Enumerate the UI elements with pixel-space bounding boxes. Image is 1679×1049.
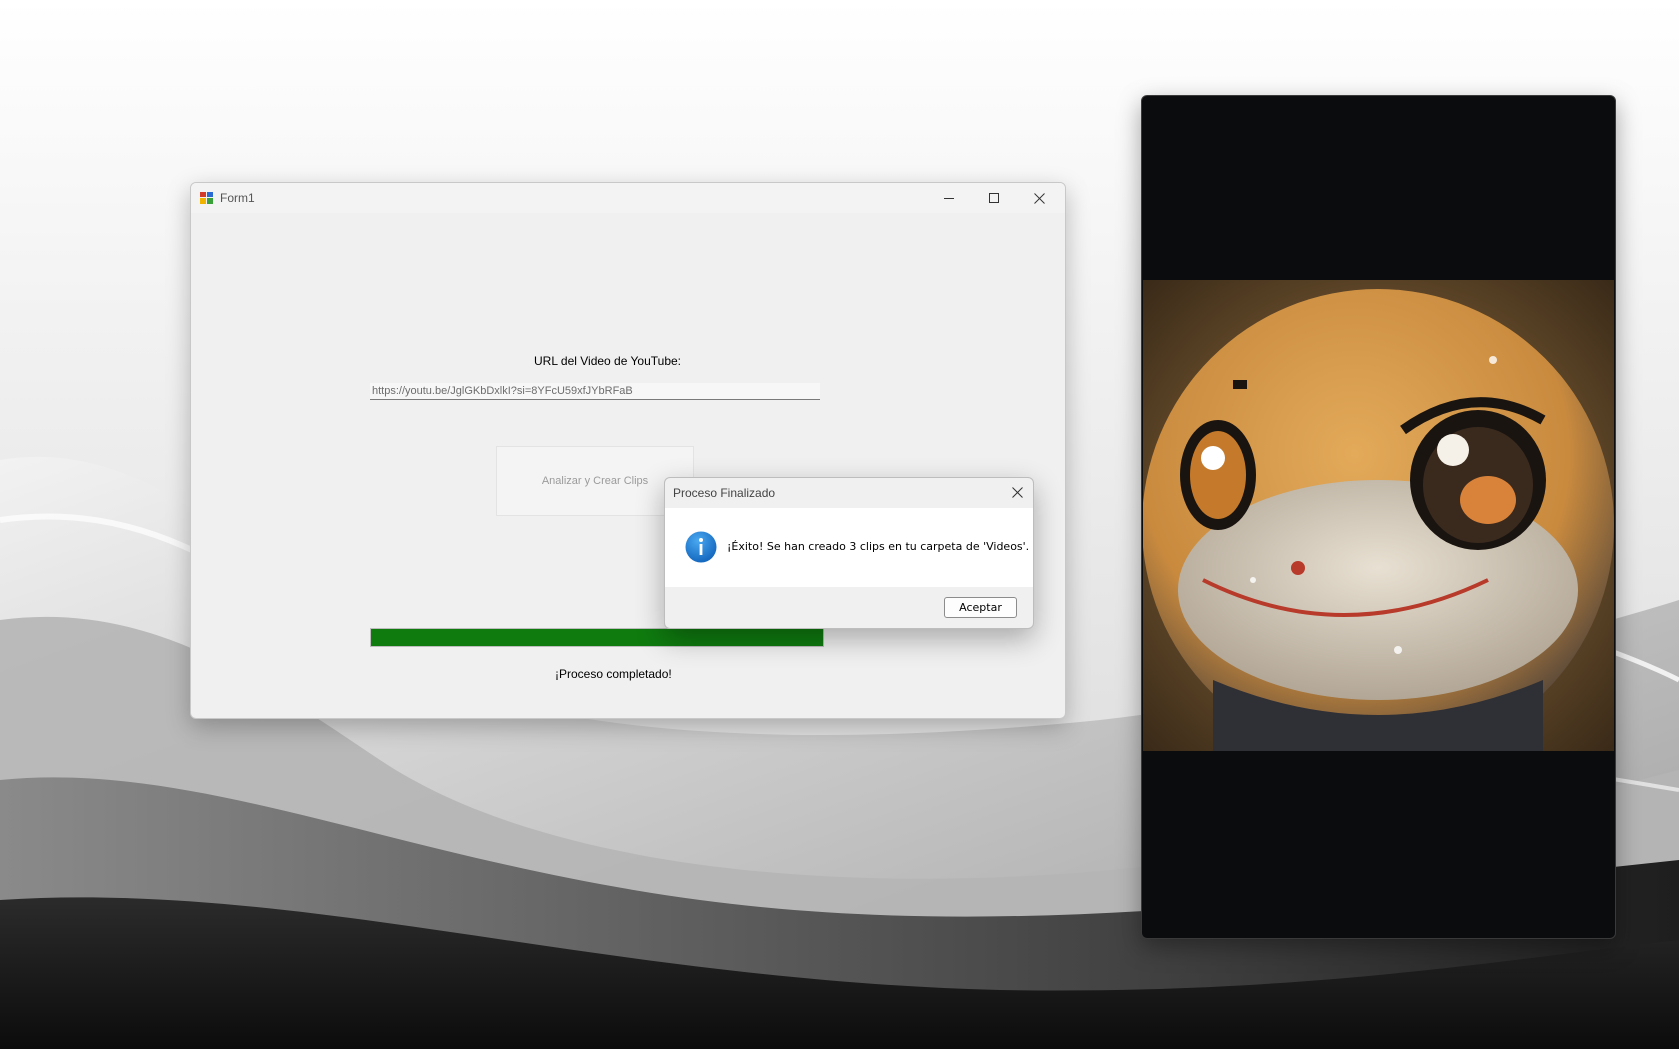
maximize-icon bbox=[989, 192, 999, 203]
dialog-title: Proceso Finalizado bbox=[673, 486, 776, 500]
dialog-message: ¡Éxito! Se han creado 3 clips en tu carp… bbox=[727, 540, 1030, 553]
photo-image bbox=[1143, 280, 1614, 751]
app-icon bbox=[200, 192, 213, 204]
info-icon bbox=[685, 531, 717, 563]
progress-fill bbox=[371, 629, 823, 646]
dialog-close-button[interactable] bbox=[1001, 478, 1033, 506]
image-viewer-window bbox=[1141, 95, 1616, 939]
close-button[interactable] bbox=[1017, 183, 1062, 213]
close-icon bbox=[1034, 192, 1045, 204]
minimize-icon bbox=[944, 197, 954, 199]
url-label: URL del Video de YouTube: bbox=[534, 354, 682, 368]
dialog-body: ¡Éxito! Se han creado 3 clips en tu carp… bbox=[665, 508, 1033, 587]
close-icon bbox=[1011, 486, 1023, 498]
window-title: Form1 bbox=[220, 191, 255, 205]
minimize-button[interactable] bbox=[927, 183, 972, 213]
status-label: ¡Proceso completado! bbox=[555, 667, 672, 681]
form1-titlebar[interactable]: Form1 bbox=[191, 183, 1065, 213]
form1-window: Form1 URL del Video de YouTube: Analizar… bbox=[190, 182, 1066, 719]
accept-button[interactable]: Aceptar bbox=[944, 597, 1017, 618]
url-input[interactable] bbox=[370, 383, 820, 400]
progress-bar bbox=[370, 628, 824, 647]
maximize-button[interactable] bbox=[972, 183, 1017, 213]
message-box-dialog: Proceso Finalizado ¡Éxito! Se han creado… bbox=[664, 477, 1034, 629]
